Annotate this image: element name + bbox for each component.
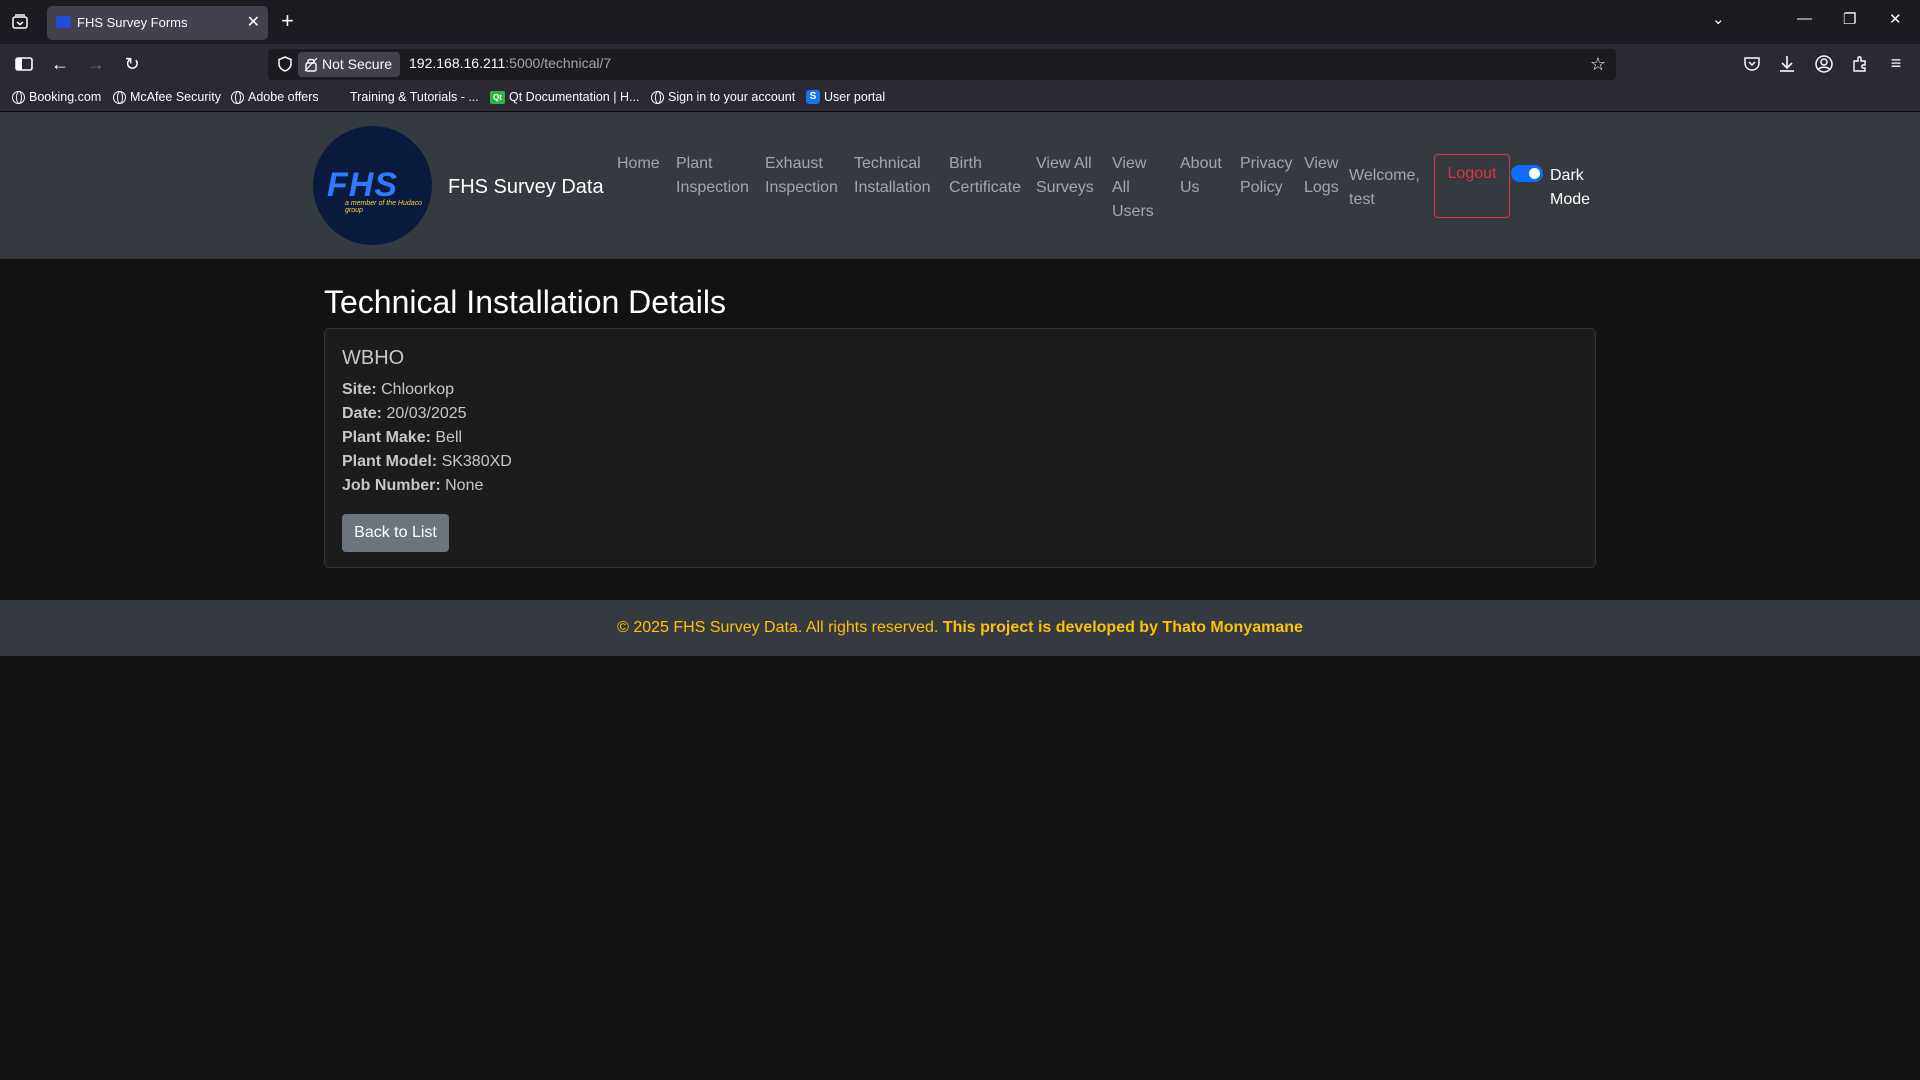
fhs-logo[interactable]: FHS a member of the Hudaco group: [313, 126, 432, 245]
detail-site: Site: Chloorkop: [342, 381, 454, 399]
detail-value: None: [445, 477, 484, 494]
sidebar-toggle-icon[interactable]: [12, 52, 36, 76]
extensions-icon[interactable]: [1849, 53, 1871, 75]
app-menu-icon[interactable]: ≡: [1884, 51, 1908, 75]
detail-label: Site:: [342, 381, 377, 398]
not-secure-label: Not Secure: [322, 56, 393, 72]
bookmark-training[interactable]: Training & Tutorials - ...: [350, 90, 479, 104]
new-tab-icon[interactable]: +: [281, 8, 294, 34]
detail-date: Date: 20/03/2025: [342, 405, 467, 423]
detail-label: Date:: [342, 405, 383, 422]
detail-plant-make: Plant Make: Bell: [342, 429, 462, 447]
dark-mode-label[interactable]: Dark Mode: [1550, 164, 1598, 212]
close-tab-icon[interactable]: ✕: [247, 12, 260, 32]
not-secure-badge[interactable]: Not Secure: [298, 52, 401, 77]
site-footer: © 2025 FHS Survey Data. All rights reser…: [0, 600, 1920, 656]
detail-value: 20/03/2025: [386, 405, 467, 422]
url-host: 192.168.16.211: [409, 55, 506, 71]
bookmark-label: Qt Documentation | H...: [509, 90, 640, 104]
nav-home[interactable]: Home: [617, 152, 667, 176]
bookmark-label: Training & Tutorials - ...: [350, 90, 479, 104]
site-navbar: FHS a member of the Hudaco group FHS Sur…: [0, 112, 1920, 259]
page-viewport: FHS a member of the Hudaco group FHS Sur…: [0, 112, 1920, 1080]
browser-tab-bar: FHS Survey Forms ✕ + ⌄ — ❐ ✕: [0, 0, 1920, 44]
site-favicon-icon: [56, 16, 71, 28]
bookmark-label: User portal: [824, 90, 886, 104]
detail-value: Chloorkop: [381, 381, 455, 398]
company-name: WBHO: [342, 347, 405, 369]
globe-icon: [231, 90, 244, 104]
dark-mode-toggle[interactable]: [1511, 165, 1543, 182]
bookmark-booking[interactable]: Booking.com: [12, 90, 101, 104]
back-to-list-button[interactable]: Back to List: [342, 514, 449, 552]
nav-about-us[interactable]: About Us: [1180, 152, 1228, 200]
bookmark-label: McAfee Security: [130, 90, 222, 104]
downloads-icon[interactable]: [1776, 53, 1798, 75]
bookmark-label: Sign in to your account: [668, 90, 796, 104]
nav-exhaust-inspection[interactable]: Exhaust Inspection: [765, 152, 841, 200]
footer-copyright: © 2025 FHS Survey Data. All rights reser…: [617, 619, 939, 636]
url-text[interactable]: 192.168.16.211:5000/technical/7: [409, 55, 611, 71]
nav-technical-installation[interactable]: Technical Installation: [854, 152, 934, 200]
minimize-icon[interactable]: —: [1797, 10, 1812, 27]
sharepoint-icon: S: [806, 90, 820, 104]
list-all-tabs-icon[interactable]: [10, 12, 30, 32]
detail-label: Plant Model:: [342, 453, 438, 470]
detail-label: Job Number:: [342, 477, 441, 494]
nav-birth-certificate[interactable]: Birth Certificate: [949, 152, 1025, 200]
url-path: :5000/technical/7: [505, 55, 612, 71]
bookmark-mcafee[interactable]: McAfee Security: [113, 90, 221, 104]
bookmarks-toolbar: Booking.com McAfee Security Adobe offers…: [0, 85, 1920, 112]
nav-privacy-policy[interactable]: Privacy Policy: [1240, 152, 1296, 200]
welcome-text: Welcome, test: [1349, 167, 1420, 208]
bookmark-user-portal[interactable]: S User portal: [806, 90, 885, 104]
bookmark-label: Adobe offers: [248, 90, 319, 104]
qt-icon: Qt: [490, 90, 505, 104]
nav-plant-inspection[interactable]: Plant Inspection: [676, 152, 752, 200]
bookmark-star-icon[interactable]: ☆: [1590, 54, 1606, 75]
globe-icon: [651, 90, 664, 104]
tab-title: FHS Survey Forms: [77, 15, 188, 30]
bookmark-adobe[interactable]: Adobe offers: [231, 90, 319, 104]
browser-tab[interactable]: FHS Survey Forms ✕: [47, 6, 268, 40]
account-icon[interactable]: [1813, 53, 1835, 75]
footer-developer: This project is developed by Thato Monya…: [942, 619, 1303, 636]
detail-label: Plant Make:: [342, 429, 431, 446]
address-bar[interactable]: Not Secure 192.168.16.211:5000/technical…: [268, 49, 1616, 80]
bookmark-sign-in[interactable]: Sign in to your account: [651, 90, 795, 104]
detail-plant-model: Plant Model: SK380XD: [342, 453, 512, 471]
toggle-knob: [1529, 168, 1540, 179]
detail-value: Bell: [435, 429, 463, 446]
nav-view-logs[interactable]: View Logs: [1304, 152, 1346, 200]
globe-icon: [12, 90, 25, 104]
tab-overflow-chevron-icon[interactable]: ⌄: [1712, 10, 1725, 28]
nav-view-all-users[interactable]: View All Users: [1112, 152, 1154, 224]
brand-name[interactable]: FHS Survey Data: [448, 176, 604, 199]
back-arrow-icon[interactable]: ←: [48, 52, 72, 76]
detail-job-number: Job Number: None: [342, 477, 483, 495]
forward-arrow-icon[interactable]: →: [84, 52, 108, 76]
bookmark-label: Booking.com: [29, 90, 102, 104]
logo-subtitle: a member of the Hudaco group: [345, 200, 423, 214]
details-card: WBHO Site: Chloorkop Date: 20/03/2025 Pl…: [324, 328, 1596, 568]
globe-icon: [113, 90, 126, 104]
pocket-icon[interactable]: [1741, 53, 1763, 75]
browser-toolbar: ← → ↻ Not Secure 192.168.16.211:5000/tec…: [0, 44, 1920, 85]
insecure-lock-icon: [304, 57, 318, 72]
detail-value: SK380XD: [441, 453, 512, 470]
restore-icon[interactable]: ❐: [1843, 10, 1856, 28]
nav-view-all-surveys[interactable]: View All Surveys: [1036, 152, 1098, 200]
page-title: Technical Installation Details: [324, 284, 726, 320]
shield-icon[interactable]: [276, 55, 294, 73]
bookmark-qt-docs[interactable]: Qt Qt Documentation | H...: [490, 90, 639, 104]
close-window-icon[interactable]: ✕: [1889, 10, 1902, 28]
reload-icon[interactable]: ↻: [120, 52, 144, 76]
logout-button[interactable]: Logout: [1434, 154, 1510, 218]
